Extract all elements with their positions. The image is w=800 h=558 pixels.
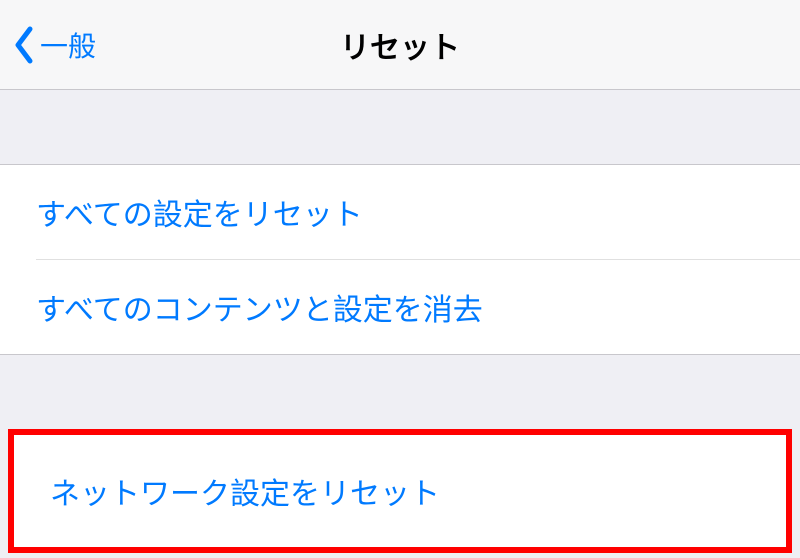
section-spacer — [0, 355, 800, 429]
back-label: 一般 — [40, 25, 96, 65]
section-spacer — [0, 90, 800, 164]
list-item-label: ネットワーク設定をリセット — [50, 469, 440, 513]
reset-options-group-1: すべての設定をリセット すべてのコンテンツと設定を消去 — [0, 164, 800, 355]
list-item-label: すべての設定をリセット — [36, 190, 363, 234]
chevron-left-icon — [12, 25, 36, 65]
back-button[interactable]: 一般 — [0, 25, 96, 65]
reset-options-group-2-highlighted: ネットワーク設定をリセット — [8, 429, 792, 553]
page-title: リセット — [340, 23, 460, 67]
list-item-label: すべてのコンテンツと設定を消去 — [36, 285, 483, 329]
reset-network-settings-item[interactable]: ネットワーク設定をリセット — [14, 435, 786, 547]
navigation-bar: 一般 リセット — [0, 0, 800, 90]
reset-all-settings-item[interactable]: すべての設定をリセット — [0, 165, 800, 259]
erase-all-content-item[interactable]: すべてのコンテンツと設定を消去 — [0, 260, 800, 354]
